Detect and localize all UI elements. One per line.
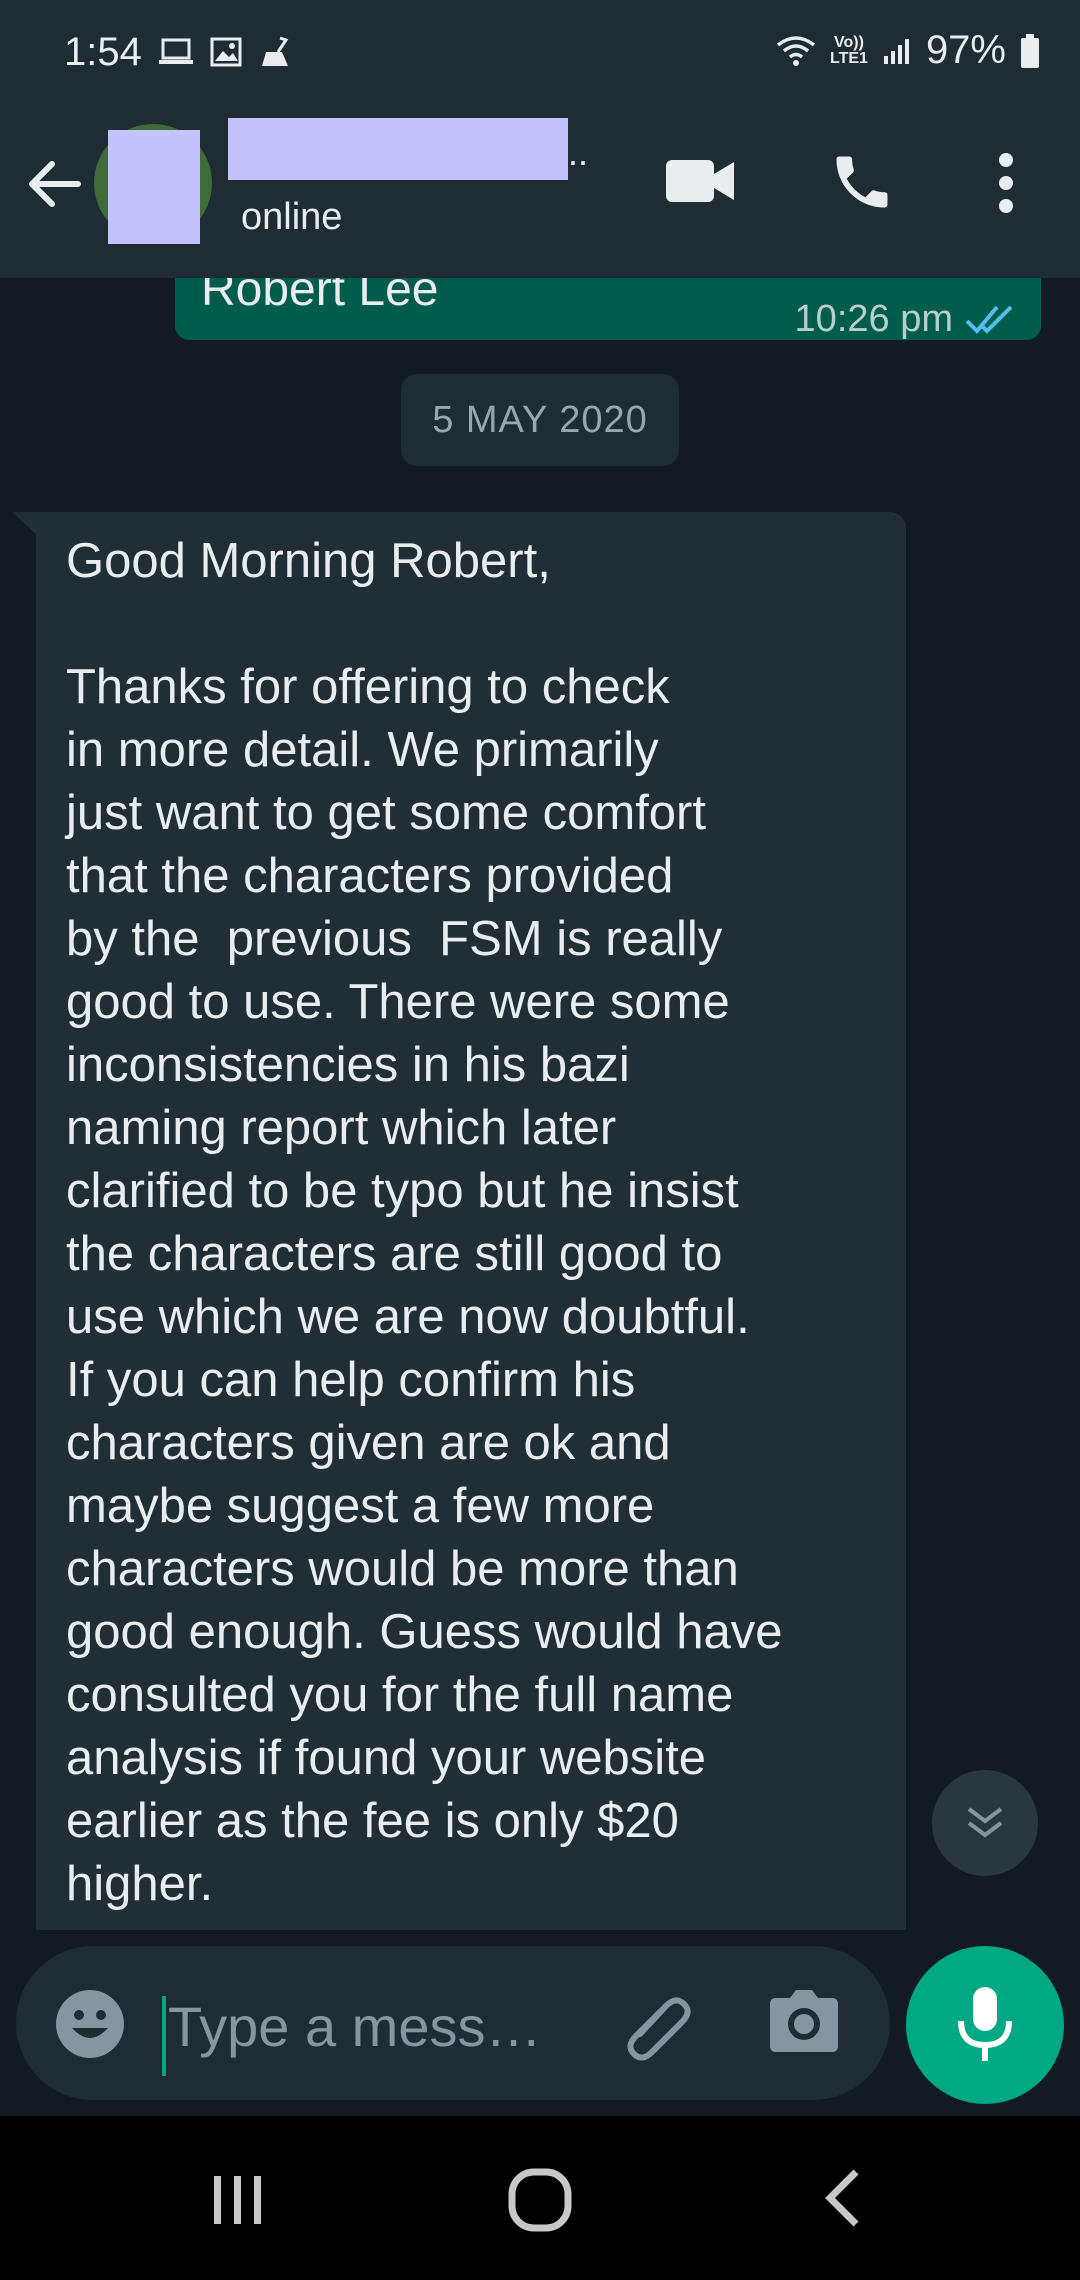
broom-icon bbox=[262, 36, 289, 66]
outgoing-message-time: 10:26 pm bbox=[794, 298, 953, 340]
wifi-icon bbox=[776, 35, 816, 66]
chat-header: .. online bbox=[0, 90, 1080, 278]
contact-name-ellipsis: .. bbox=[568, 132, 589, 173]
notification-icons bbox=[158, 36, 292, 68]
more-vert-icon[interactable] bbox=[984, 152, 1028, 214]
message-composer[interactable]: Type a mess… bbox=[16, 1946, 890, 2100]
voice-record-button[interactable] bbox=[906, 1946, 1064, 2104]
voice-call-icon[interactable] bbox=[828, 148, 896, 216]
back-arrow-icon[interactable] bbox=[24, 154, 84, 214]
status-bar: 1:54 Vo)) LTE1 97% bbox=[0, 0, 1080, 90]
incoming-message[interactable]: Good Morning Robert, Thanks for offering… bbox=[36, 512, 906, 1930]
system-nav-bar bbox=[0, 2116, 1080, 2280]
network-type: Vo)) LTE1 bbox=[830, 33, 868, 67]
contact-status: online bbox=[241, 196, 343, 238]
outgoing-message[interactable]: Robert Lee 10:26 pm bbox=[175, 278, 1041, 340]
emoji-icon[interactable] bbox=[54, 1988, 126, 2060]
input-bar: Type a mess… bbox=[0, 1930, 1080, 2116]
recent-apps-icon[interactable] bbox=[210, 2172, 266, 2228]
chat-messages[interactable]: Robert Lee 10:26 pm 5 MAY 2020 Good Morn… bbox=[0, 278, 1080, 1930]
double-chevron-down-icon bbox=[967, 1807, 1003, 1838]
camera-icon[interactable] bbox=[768, 1986, 840, 2058]
mic-icon bbox=[958, 1987, 1012, 2061]
text-caret bbox=[162, 1996, 166, 2076]
status-time: 1:54 bbox=[64, 30, 142, 74]
battery-icon bbox=[1021, 33, 1039, 68]
outgoing-message-meta: 10:26 pm bbox=[795, 298, 1017, 341]
status-right: Vo)) LTE1 97% bbox=[776, 28, 1040, 73]
incoming-bubble-tail bbox=[12, 512, 38, 536]
image-icon bbox=[210, 37, 242, 67]
incoming-message-text: Good Morning Robert, Thanks for offering… bbox=[66, 534, 783, 1911]
avatar-redaction bbox=[108, 130, 200, 244]
contact-name-redaction[interactable] bbox=[228, 118, 568, 180]
outgoing-message-text: Robert Lee bbox=[201, 278, 439, 316]
nav-back-icon[interactable] bbox=[820, 2166, 864, 2230]
home-icon[interactable] bbox=[508, 2168, 572, 2232]
attach-icon[interactable] bbox=[620, 1990, 696, 2066]
message-input[interactable]: Type a mess… bbox=[168, 1994, 541, 2059]
battery-percent: 97% bbox=[925, 28, 1006, 72]
video-call-icon[interactable] bbox=[664, 150, 736, 212]
scroll-to-bottom-button[interactable] bbox=[932, 1770, 1038, 1876]
date-separator: 5 MAY 2020 bbox=[401, 374, 679, 466]
double-check-icon bbox=[965, 305, 1013, 334]
laptop-icon bbox=[159, 38, 193, 64]
signal-icon bbox=[883, 38, 909, 64]
